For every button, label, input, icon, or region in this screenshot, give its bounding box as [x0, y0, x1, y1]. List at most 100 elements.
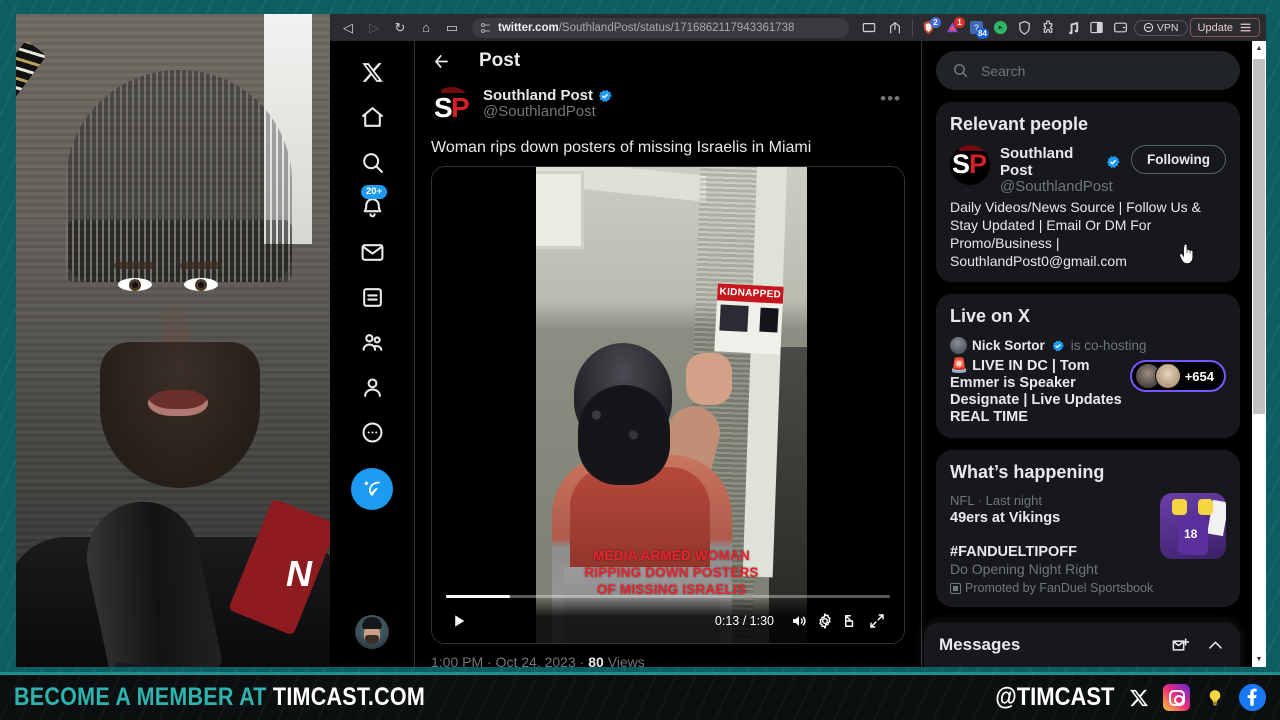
vpn-label: VPN	[1156, 21, 1179, 34]
relevant-person-name[interactable]: Southland Post	[1000, 145, 1101, 179]
x-icon[interactable]	[1125, 684, 1152, 711]
brave-shields-icon[interactable]: 2	[918, 16, 941, 38]
sidebar-item-home[interactable]	[349, 94, 395, 140]
post-views-count: 80	[588, 654, 604, 667]
relevant-people-card: Relevant people S P Southland Post @Sout…	[936, 102, 1240, 282]
x-sidebar-nav: 20+	[330, 41, 414, 667]
instagram-icon[interactable]	[1163, 684, 1190, 711]
listener-count: +654	[1184, 368, 1214, 384]
volume-icon[interactable]	[786, 609, 812, 633]
video-player[interactable]: KIDNAPPED MEDIA ARMED WOMAN RIPPING DOWN…	[431, 166, 905, 644]
vpn-button[interactable]: VPN	[1133, 19, 1188, 36]
settings-gear-icon[interactable]	[812, 609, 838, 633]
puzzle-extensions-icon[interactable]	[1038, 18, 1060, 38]
sidebar-panel-icon[interactable]	[1086, 18, 1108, 38]
compose-post-button[interactable]	[351, 468, 393, 510]
video-progress-fill	[446, 595, 510, 598]
hamburger-menu-icon[interactable]	[1239, 21, 1252, 34]
sidebar-item-lists[interactable]	[349, 274, 395, 320]
host-eye-right	[184, 278, 218, 291]
video-time-display: 0:13 / 1:30	[714, 614, 774, 628]
facebook-icon[interactable]	[1239, 684, 1266, 711]
bookmark-button[interactable]: ▭	[440, 17, 464, 39]
messages-dock[interactable]: Messages	[924, 623, 1240, 667]
post-column: Post S P Southland Post @SouthlandPost •…	[414, 41, 922, 667]
wallet-icon[interactable]	[1110, 18, 1132, 38]
back-arrow-icon[interactable]	[431, 51, 451, 71]
relevant-person-avatar[interactable]: S P	[950, 145, 990, 185]
author-avatar[interactable]: S P	[431, 87, 472, 128]
relevant-person: S P Southland Post @SouthlandPost Follow…	[950, 145, 1226, 195]
brave-shield-icon[interactable]	[1014, 18, 1036, 38]
trend-title: 49ers at Vikings	[950, 510, 1061, 526]
music-note-icon[interactable]	[1062, 18, 1084, 38]
extension-warning-badge: 1	[953, 16, 965, 28]
following-button[interactable]: Following	[1131, 145, 1226, 174]
site-info-icon	[480, 22, 490, 33]
sidebar-item-x-logo[interactable]	[349, 49, 395, 95]
sidebar-item-messages[interactable]	[349, 229, 395, 275]
host-mouth	[148, 390, 208, 416]
rp-avatar-letter-s: S	[952, 149, 971, 179]
search-input[interactable]: Search	[936, 51, 1240, 90]
url-domain: twitter.com	[498, 21, 559, 34]
picture-in-picture-icon[interactable]	[838, 609, 864, 633]
extension-warning-icon[interactable]: 1	[942, 16, 965, 38]
live-host-row: Nick Sortor is co-hosting	[950, 337, 1226, 354]
jacket-logo: N	[286, 553, 312, 594]
social-handles: @TIMCAST	[979, 683, 1266, 712]
scroll-down-arrow[interactable]: ▼	[1252, 652, 1266, 667]
right-sidebar: Search Relevant people S P Southland Pos…	[922, 41, 1252, 667]
meta-sep-1: ·	[487, 654, 492, 667]
page-scrollbar[interactable]: ▲ ▼	[1252, 41, 1266, 667]
sidebar-item-profile[interactable]	[349, 364, 395, 410]
poster-headline: KIDNAPPED	[716, 283, 784, 304]
sidebar-item-explore[interactable]	[349, 139, 395, 185]
video-progress-bar[interactable]	[446, 595, 890, 598]
expand-chevron-icon[interactable]	[1206, 636, 1225, 655]
scroll-up-arrow[interactable]: ▲	[1252, 41, 1266, 56]
post-more-options-icon[interactable]: •••	[876, 87, 905, 111]
live-listeners-facepile[interactable]: +654	[1129, 360, 1226, 392]
home-button[interactable]: ⌂	[414, 17, 438, 39]
address-bar[interactable]: twitter.com/SouthlandPost/status/1716862…	[472, 17, 849, 38]
trend-item[interactable]: NFL · Last night 49ers at Vikings 18	[950, 493, 1226, 559]
url-text: twitter.com/SouthlandPost/status/1716862…	[498, 22, 794, 34]
play-button[interactable]	[446, 609, 472, 633]
listener-avatar-2	[1154, 363, 1181, 389]
author-handle: @SouthlandPost	[483, 103, 596, 120]
account-avatar[interactable]	[355, 615, 389, 649]
update-button[interactable]: Update	[1189, 18, 1260, 37]
search-placeholder: Search	[981, 62, 1026, 79]
sidebar-item-more[interactable]	[349, 409, 395, 455]
cast-icon[interactable]	[857, 17, 881, 39]
column-header: Post	[415, 41, 921, 81]
jersey-number: 18	[1184, 527, 1198, 541]
sidebar-item-communities[interactable]	[349, 319, 395, 365]
post-author-row: S P Southland Post @SouthlandPost •••	[415, 81, 921, 128]
post-views-label: Views	[607, 654, 645, 667]
sidebar-item-notifications[interactable]: 20+	[349, 184, 395, 230]
author-display-name[interactable]: Southland Post	[483, 87, 593, 104]
new-message-icon[interactable]	[1171, 636, 1190, 655]
promoted-subtitle: Do Opening Night Right	[950, 561, 1098, 577]
scrollbar-thumb[interactable]	[1253, 59, 1265, 414]
lightbulb-icon[interactable]	[1201, 684, 1228, 711]
relevant-person-handle: @SouthlandPost	[1000, 178, 1113, 195]
post-date: Oct 24, 2023	[495, 654, 576, 667]
share-icon[interactable]	[883, 17, 907, 39]
live-on-x-card[interactable]: Live on X Nick Sortor is co-hosting 🚨 LI…	[936, 294, 1240, 438]
trend-thumbnail: 18	[1160, 493, 1226, 559]
fullscreen-icon[interactable]	[864, 609, 890, 633]
extension-blue-icon[interactable]: ? 84	[966, 18, 989, 39]
forward-button[interactable]: ▷	[362, 17, 386, 39]
update-label: Update	[1197, 21, 1233, 34]
browser-window: ◁ ▷ ↻ ⌂ ▭ twitter.com/SouthlandPost/stat…	[330, 14, 1266, 667]
verified-badge-icon	[598, 89, 612, 102]
membership-brand: TIMCAST.COM	[272, 683, 426, 711]
messages-title: Messages	[939, 635, 1021, 654]
back-button[interactable]: ◁	[336, 17, 360, 39]
verified-badge-icon	[1106, 156, 1120, 168]
extension-green-icon[interactable]	[990, 18, 1012, 38]
reload-button[interactable]: ↻	[388, 17, 412, 39]
